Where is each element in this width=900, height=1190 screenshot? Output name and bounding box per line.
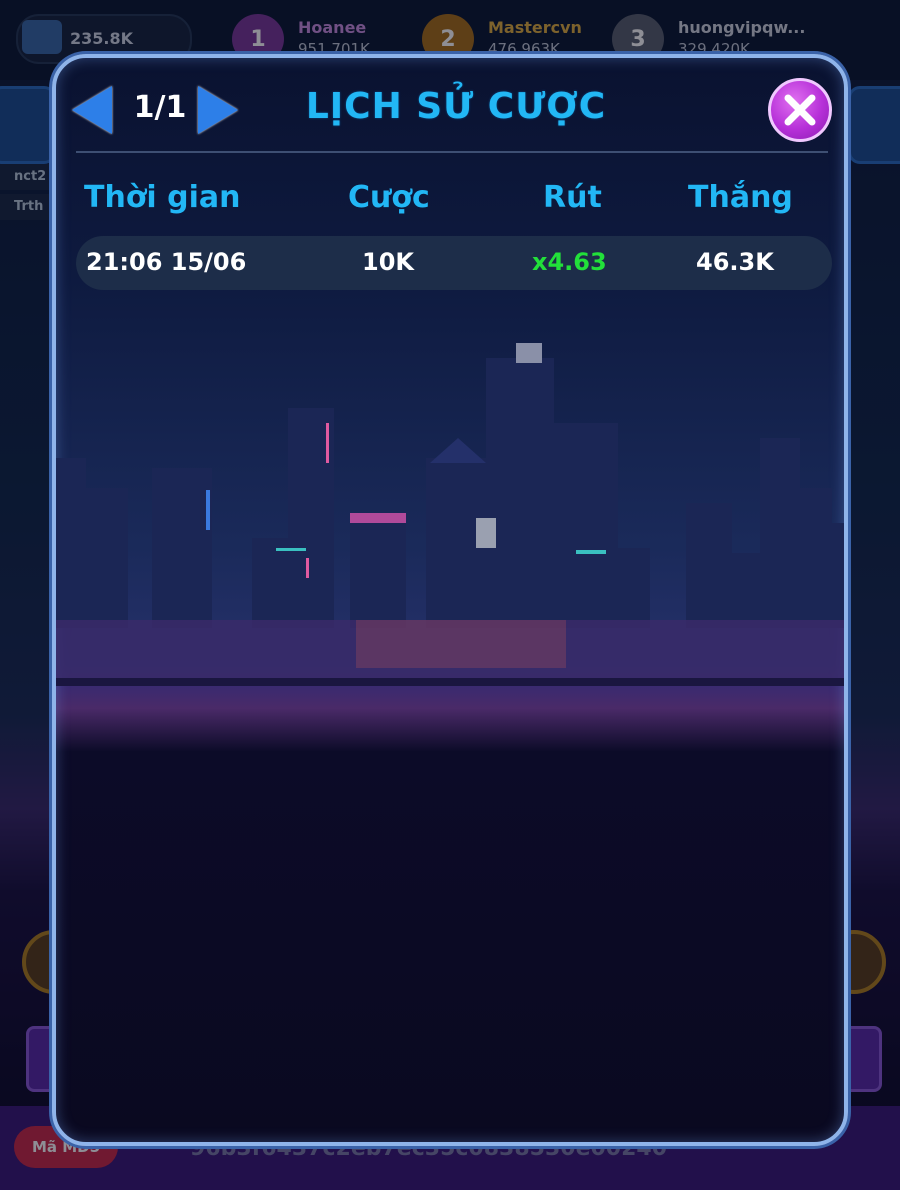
next-page-arrow-icon[interactable] — [198, 86, 238, 134]
header-divider — [76, 151, 828, 153]
column-header-time: Thời gian — [84, 180, 241, 215]
column-header-bet: Cược — [348, 180, 430, 215]
close-button[interactable] — [768, 78, 832, 142]
modal-title: LỊCH SỬ CƯỢC — [305, 86, 607, 127]
page-indicator: 1/1 — [133, 90, 187, 125]
history-row: 21:06 15/06 10K x4.63 46.3K — [76, 236, 832, 290]
row-time: 21:06 15/06 — [86, 248, 247, 276]
bet-history-modal: 1/1 LỊCH SỬ CƯỢC Thời gian Cược Rút Thắn… — [52, 54, 848, 1146]
row-win: 46.3K — [696, 248, 774, 276]
close-icon — [784, 94, 816, 126]
column-header-cashout: Rút — [543, 180, 602, 215]
row-cashout: x4.63 — [532, 248, 607, 276]
previous-page-arrow-icon[interactable] — [72, 86, 112, 134]
modal-header: 1/1 LỊCH SỬ CƯỢC — [56, 58, 844, 154]
city-skyline-illustration — [56, 343, 844, 686]
row-bet: 10K — [362, 248, 414, 276]
column-header-win: Thắng — [688, 180, 793, 215]
